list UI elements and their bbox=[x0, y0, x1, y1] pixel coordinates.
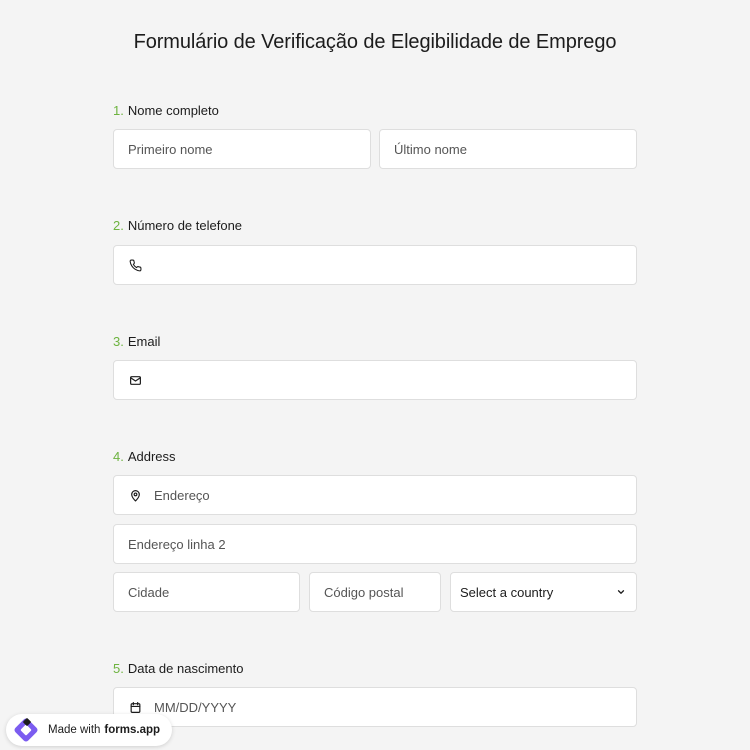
address-line2-field[interactable] bbox=[113, 524, 637, 564]
phone-icon bbox=[128, 258, 142, 272]
first-name-field[interactable] bbox=[113, 129, 371, 169]
question-text: Data de nascimento bbox=[127, 661, 244, 676]
email-input[interactable] bbox=[154, 361, 636, 399]
map-pin-icon bbox=[128, 488, 142, 502]
question-label-birth-date: 5. Data de nascimento bbox=[113, 661, 243, 676]
form-page: Formulário de Verificação de Elegibilida… bbox=[0, 0, 750, 750]
phone-input[interactable] bbox=[154, 246, 636, 284]
first-name-input[interactable] bbox=[128, 130, 370, 168]
question-number: 2. bbox=[113, 218, 124, 233]
calendar-icon bbox=[128, 700, 142, 714]
address-input[interactable] bbox=[154, 476, 636, 514]
question-number: 5. bbox=[113, 661, 124, 676]
made-with-badge[interactable]: Made with forms.app bbox=[6, 714, 173, 746]
question-number: 3. bbox=[113, 334, 124, 349]
question-label-phone: 2. Número de telefone bbox=[113, 218, 242, 233]
question-number: 1. bbox=[113, 103, 124, 118]
city-field[interactable] bbox=[113, 572, 300, 612]
country-select-value: Select a country bbox=[460, 584, 554, 600]
question-label-address: 4. Address bbox=[113, 449, 176, 464]
badge-text: Made with bbox=[48, 724, 101, 736]
birth-date-input[interactable] bbox=[154, 688, 636, 726]
badge-brand: forms.app bbox=[104, 724, 161, 736]
chevron-down-icon bbox=[616, 585, 626, 600]
question-number: 4. bbox=[113, 449, 124, 464]
question-label-full-name: 1. Nome completo bbox=[113, 103, 219, 118]
country-select[interactable]: Select a country bbox=[450, 572, 637, 612]
forms-app-logo-icon bbox=[12, 716, 40, 744]
question-text: Email bbox=[127, 334, 161, 349]
email-field[interactable] bbox=[113, 360, 637, 400]
envelope-icon bbox=[128, 373, 142, 387]
last-name-field[interactable] bbox=[379, 129, 637, 169]
question-text: Nome completo bbox=[127, 103, 219, 118]
question-text: Número de telefone bbox=[127, 218, 243, 233]
page-title: Formulário de Verificação de Elegibilida… bbox=[133, 31, 617, 53]
address-line2-input[interactable] bbox=[128, 525, 636, 563]
postal-code-input[interactable] bbox=[324, 573, 440, 611]
address-field[interactable] bbox=[113, 475, 637, 515]
phone-field[interactable] bbox=[113, 245, 637, 285]
question-label-email: 3. Email bbox=[113, 334, 160, 349]
question-text: Address bbox=[127, 449, 176, 464]
city-input[interactable] bbox=[128, 573, 299, 611]
postal-code-field[interactable] bbox=[309, 572, 441, 612]
birth-date-field[interactable] bbox=[113, 687, 637, 727]
last-name-input[interactable] bbox=[394, 130, 636, 168]
